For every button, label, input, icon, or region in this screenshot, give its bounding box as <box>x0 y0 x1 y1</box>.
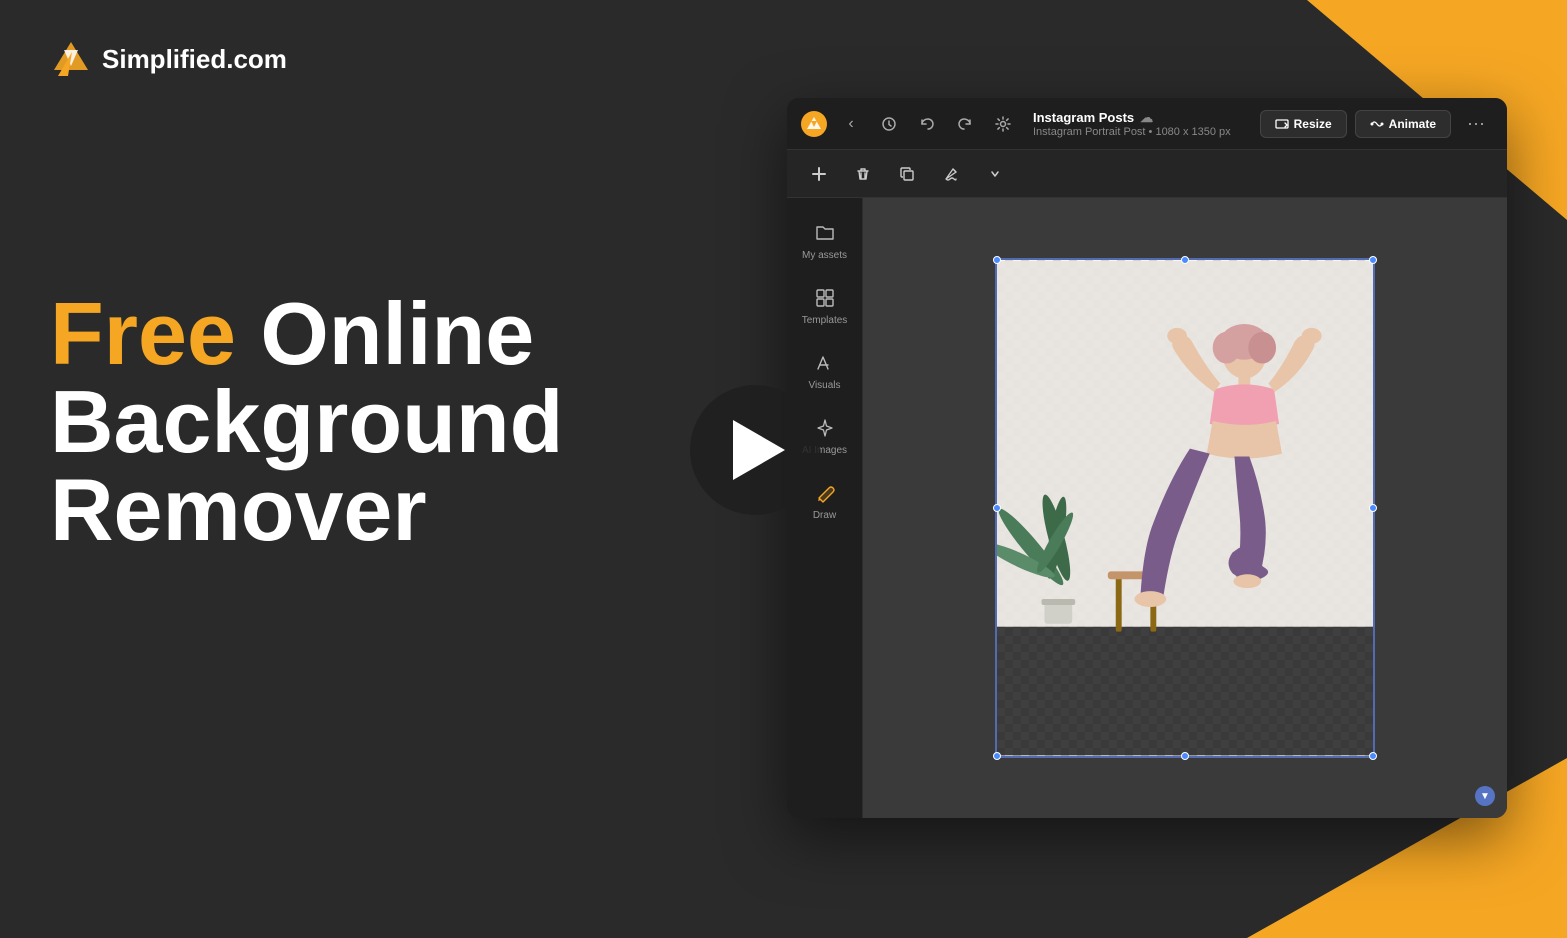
sidebar-item-my-assets[interactable]: My assets <box>791 210 859 271</box>
back-button[interactable]: ‹ <box>837 110 865 138</box>
editor-toolbar <box>787 150 1507 198</box>
cloud-save-icon: ☁ <box>1140 110 1153 126</box>
header-actions: Resize Animate ··· <box>1260 109 1493 138</box>
editor-canvas: ▼ <box>863 198 1507 818</box>
resize-handle-bottom-left[interactable] <box>993 752 1001 760</box>
resize-handle-bottom-right[interactable] <box>1369 752 1377 760</box>
copy-element-button[interactable] <box>891 158 923 190</box>
fill-color-button[interactable] <box>935 158 967 190</box>
editor-header: ‹ Instagram <box>787 98 1507 150</box>
templates-label: Templates <box>802 315 848 326</box>
resize-handle-top-middle[interactable] <box>1181 256 1189 264</box>
sidebar-item-visuals[interactable]: Visuals <box>791 340 859 401</box>
scroll-indicator[interactable]: ▼ <box>1475 786 1495 806</box>
play-icon <box>733 420 785 480</box>
canvas-image-container[interactable] <box>995 258 1375 758</box>
resize-button[interactable]: Resize <box>1260 110 1347 138</box>
settings-button[interactable] <box>989 110 1017 138</box>
more-options-button[interactable]: ··· <box>1459 109 1493 138</box>
header-app-logo <box>801 111 827 137</box>
header-title-area: Instagram Posts ☁ Instagram Portrait Pos… <box>1033 110 1250 138</box>
headline-online-word: Online <box>236 284 534 383</box>
resize-handle-middle-right[interactable] <box>1369 504 1377 512</box>
resize-handle-top-left[interactable] <box>993 256 1001 264</box>
pencil-icon <box>812 480 838 506</box>
editor-body: My assets Templates <box>787 198 1507 818</box>
undo-button[interactable] <box>913 110 941 138</box>
logo-text: Simplified.com <box>102 44 287 75</box>
grid-icon <box>812 285 838 311</box>
folder-icon <box>812 220 838 246</box>
project-subtitle: Instagram Portrait Post • 1080 x 1350 px <box>1033 126 1250 138</box>
text-a-icon <box>812 350 838 376</box>
logo-icon <box>50 38 92 80</box>
headline-line3: Remover <box>50 466 563 554</box>
redo-button[interactable] <box>951 110 979 138</box>
headline-line1: Free Online <box>50 290 563 378</box>
my-assets-label: My assets <box>802 250 847 261</box>
delete-element-button[interactable] <box>847 158 879 190</box>
editor-window: ‹ Instagram <box>787 98 1507 818</box>
sidebar-item-templates[interactable]: Templates <box>791 275 859 336</box>
project-title: Instagram Posts ☁ <box>1033 110 1250 126</box>
add-element-button[interactable] <box>803 158 835 190</box>
visuals-label: Visuals <box>808 380 840 391</box>
headline-free-word: Free <box>50 284 236 383</box>
headline: Free Online Background Remover <box>50 290 563 554</box>
play-button[interactable] <box>690 385 820 515</box>
history-button[interactable] <box>875 110 903 138</box>
editor-sidebar: My assets Templates <box>787 198 863 818</box>
resize-handle-bottom-middle[interactable] <box>1181 752 1189 760</box>
resize-handle-middle-left[interactable] <box>993 504 1001 512</box>
logo-area: Simplified.com <box>50 38 287 80</box>
animate-button[interactable]: Animate <box>1355 110 1451 138</box>
resize-handle-top-right[interactable] <box>1369 256 1377 264</box>
fill-dropdown-button[interactable] <box>979 158 1011 190</box>
draw-label: Draw <box>813 510 836 521</box>
yoga-person-image <box>997 260 1373 756</box>
headline-line2: Background <box>50 378 563 466</box>
